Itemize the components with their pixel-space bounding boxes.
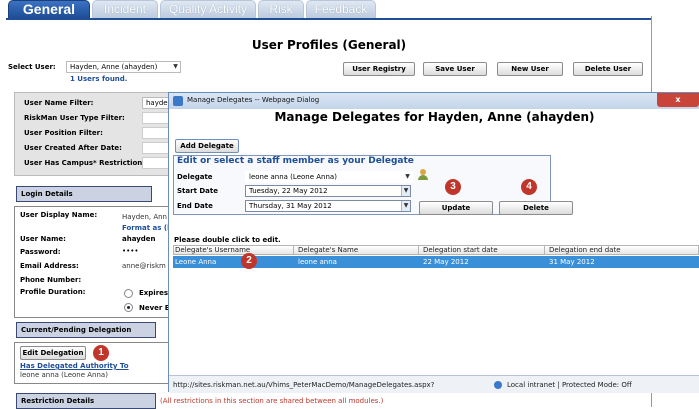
has-delegated-label: Has Delegated Authority To xyxy=(20,362,129,370)
col-divider xyxy=(544,245,545,255)
dialog-heading: Manage Delegates for Hayden, Anne (ahayd… xyxy=(274,110,595,124)
chevron-down-icon: ▼ xyxy=(405,173,410,180)
delegate-select[interactable]: leone anna (Leone Anna) ▼ xyxy=(245,171,413,183)
dialog-titlebar: Manage Delegates -- Webpage Dialog x xyxy=(169,93,699,109)
created-after-input[interactable] xyxy=(142,142,170,154)
format-hint: Format as (l xyxy=(122,224,170,232)
double-click-hint: Please double click to edit. xyxy=(174,236,281,244)
cell-name: leone anna xyxy=(298,258,337,266)
position-filter-input[interactable] xyxy=(142,127,170,139)
username-value: ahayden xyxy=(122,235,156,243)
delete-button[interactable]: Delete xyxy=(499,201,573,215)
tab-feedback[interactable]: Feedback xyxy=(306,0,376,18)
col-delegate-username[interactable]: Delegate's Username xyxy=(175,246,250,254)
delete-user-button[interactable]: Delete User xyxy=(573,62,643,76)
new-user-button[interactable]: New User xyxy=(497,62,563,76)
marker-2: 2 xyxy=(241,253,257,269)
col-delegate-name[interactable]: Delegate's Name xyxy=(298,246,358,254)
current-delegation-header: Current/Pending Delegation xyxy=(16,322,156,338)
status-zone: Local intranet | Protected Mode: Off xyxy=(507,381,632,389)
col-start-date[interactable]: Delegation start date xyxy=(423,246,498,254)
tab-risk[interactable]: Risk xyxy=(258,0,304,18)
chevron-down-icon: ▼ xyxy=(173,63,178,70)
email-field[interactable]: anne@riskm xyxy=(122,262,166,270)
chevron-down-icon: ▼ xyxy=(401,186,410,196)
dialog-status-bar: http://sites.riskman.net.au/Vhims_PeterM… xyxy=(169,375,699,393)
tab-incident[interactable]: Incident xyxy=(92,0,158,18)
edit-delegate-title: Edit or select a staff member as your De… xyxy=(177,156,414,166)
marker-4: 4 xyxy=(521,179,537,195)
intranet-zone-icon xyxy=(494,381,502,389)
expires-radio[interactable] xyxy=(124,289,133,298)
col-end-date[interactable]: Delegation end date xyxy=(549,246,621,254)
cell-username: Leone Anna xyxy=(175,258,217,266)
cell-end-date: 31 May 2012 xyxy=(549,258,595,266)
tab-general[interactable]: General xyxy=(8,0,90,18)
user-registry-button[interactable]: User Registry xyxy=(343,62,415,76)
edit-delegation-button[interactable]: Edit Delegation xyxy=(20,346,86,360)
filter-label-campus: User Has Campus* Restriction: xyxy=(24,159,146,167)
tab-underline xyxy=(6,18,652,20)
chevron-down-icon: ▼ xyxy=(401,201,410,211)
profile-duration-label: Profile Duration: xyxy=(20,288,86,296)
password-label: Password: xyxy=(20,248,61,256)
manage-delegates-dialog: Manage Delegates -- Webpage Dialog x Man… xyxy=(168,92,699,393)
dialog-close-button[interactable]: x xyxy=(657,93,699,107)
user-type-filter-input[interactable] xyxy=(142,112,170,124)
delegate-label: Delegate xyxy=(177,173,213,181)
login-details-header: Login Details xyxy=(16,186,152,202)
display-name-label: User Display Name: xyxy=(20,211,98,219)
status-url: http://sites.riskman.net.au/Vhims_PeterM… xyxy=(173,381,435,389)
end-date-input[interactable]: Thursday, 31 May 2012 ▼ xyxy=(245,200,411,212)
email-label: Email Address: xyxy=(20,262,79,270)
marker-1: 1 xyxy=(93,345,109,361)
user-name-filter-input[interactable]: hayde xyxy=(142,97,170,109)
start-date-label: Start Date xyxy=(177,187,218,195)
save-user-button[interactable]: Save User xyxy=(423,62,487,76)
filter-label-user-name: User Name Filter: xyxy=(24,99,94,107)
add-delegate-button[interactable]: Add Delegate xyxy=(175,139,239,153)
restriction-note: (All restrictions in this section are sh… xyxy=(160,397,384,405)
cell-start-date: 22 May 2012 xyxy=(423,258,469,266)
password-field[interactable]: •••• xyxy=(122,247,139,255)
filter-label-created-after: User Created After Date: xyxy=(24,144,122,152)
phone-label: Phone Number: xyxy=(20,276,82,284)
start-date-input[interactable]: Tuesday, 22 May 2012 ▼ xyxy=(245,185,411,197)
tab-quality-activity[interactable]: Quality Activity xyxy=(160,0,256,18)
display-name-value: Hayden, Ann xyxy=(122,213,167,221)
delegated-to-value: leone anna (Leone Anna) xyxy=(20,371,108,379)
col-divider xyxy=(418,245,419,255)
never-expires-label: Never E xyxy=(139,304,170,312)
username-label: User Name: xyxy=(20,235,66,243)
never-expires-radio[interactable] xyxy=(124,303,133,312)
campus-restriction-input[interactable] xyxy=(142,157,170,169)
col-divider xyxy=(293,245,294,255)
filter-label-user-type: RiskMan User Type Filter: xyxy=(24,114,125,122)
update-button[interactable]: Update xyxy=(419,201,493,215)
page-title: User Profiles (General) xyxy=(251,38,407,52)
select-user-label: Select User: xyxy=(8,63,56,71)
filter-label-position: User Position Filter: xyxy=(24,129,103,137)
user-lookup-icon[interactable] xyxy=(418,169,428,181)
marker-3: 3 xyxy=(445,179,461,195)
dialog-title: Manage Delegates -- Webpage Dialog xyxy=(187,96,320,104)
select-user-dropdown[interactable]: Hayden, Anne (ahayden) ▼ xyxy=(66,61,181,73)
ie-icon xyxy=(173,96,183,106)
end-date-label: End Date xyxy=(177,202,213,210)
users-found-count: 1 Users found. xyxy=(70,75,128,83)
expires-label: Expires xyxy=(139,289,169,297)
